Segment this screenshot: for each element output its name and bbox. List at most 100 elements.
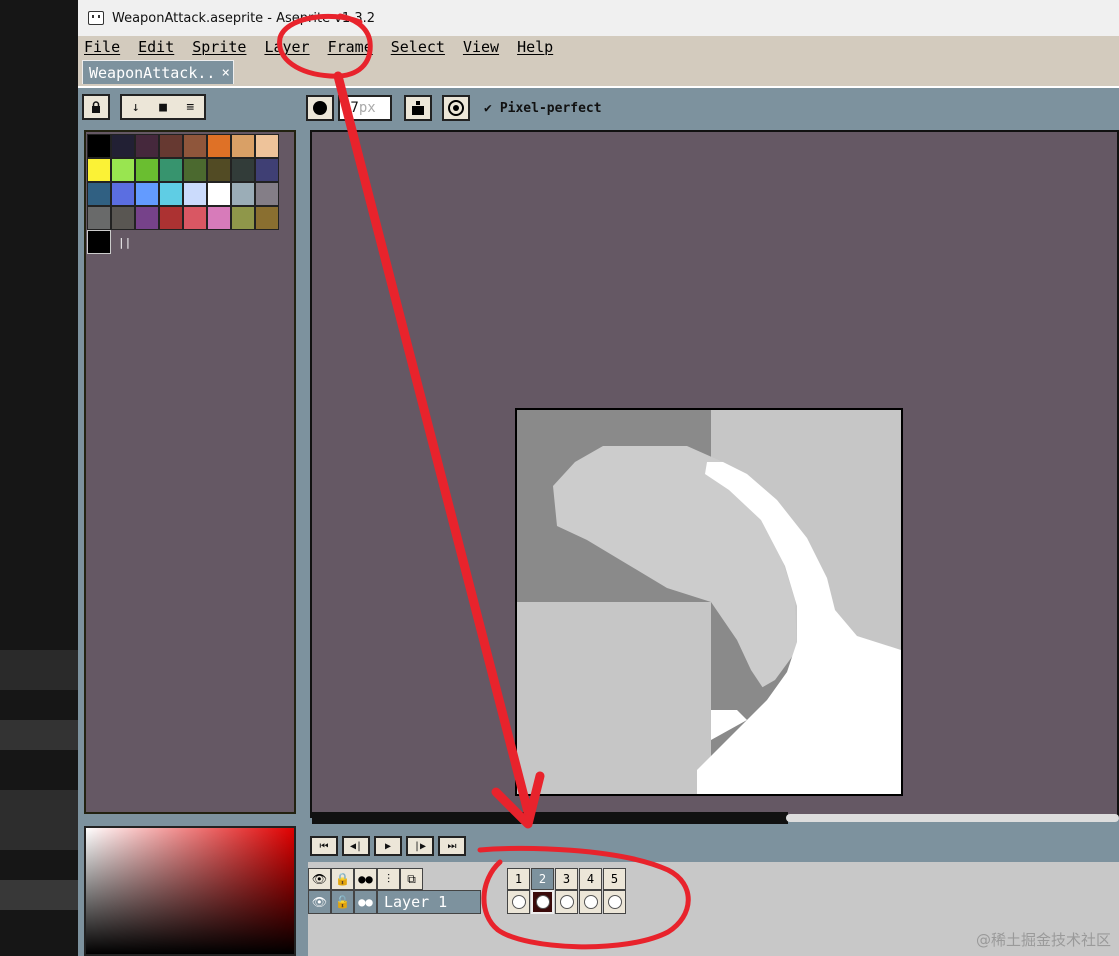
- brush-size-input[interactable]: 27 px: [338, 95, 392, 121]
- cel-frame-4[interactable]: [579, 890, 602, 914]
- palette-swatch[interactable]: [87, 206, 111, 230]
- palette-swatch[interactable]: [135, 182, 159, 206]
- brush-size-unit: px: [358, 100, 376, 116]
- palette-swatch[interactable]: [111, 158, 135, 182]
- cel-dot-icon: [607, 895, 622, 909]
- palette-swatch[interactable]: [255, 182, 279, 206]
- app-icon: [88, 11, 104, 25]
- cel-dot-icon: [583, 895, 598, 909]
- palette-swatch[interactable]: [111, 134, 135, 158]
- menu-file[interactable]: File: [84, 38, 120, 56]
- layer-header: 👁 🔒 ●● ⫶ ⧉: [308, 868, 423, 890]
- frame-header-4[interactable]: 4: [579, 868, 602, 890]
- brush-size-value: 27: [342, 100, 359, 116]
- palette-swatch[interactable]: [255, 134, 279, 158]
- layers-icon[interactable]: ⧉: [400, 868, 423, 890]
- palette-grid: [87, 134, 279, 230]
- close-icon[interactable]: ×: [221, 65, 229, 81]
- cel-frame-5[interactable]: [603, 890, 626, 914]
- first-frame-icon: ⏮: [319, 840, 329, 852]
- cel-frame-1[interactable]: [507, 890, 530, 914]
- palette-swatch[interactable]: [207, 206, 231, 230]
- arrow-down-icon[interactable]: ↓: [125, 100, 147, 115]
- stop-icon[interactable]: ■: [152, 100, 174, 115]
- layer-row[interactable]: 👁 🔓 ●● Layer 1: [308, 890, 481, 914]
- last-frame-button[interactable]: ⏭: [438, 836, 466, 856]
- palette-swatch[interactable]: [231, 134, 255, 158]
- menu-icon[interactable]: ≡: [179, 100, 201, 115]
- canvas-scrollbar[interactable]: [786, 814, 1119, 822]
- menu-edit[interactable]: Edit: [138, 38, 174, 56]
- palette-swatch[interactable]: [183, 182, 207, 206]
- palette-swatch[interactable]: [183, 158, 207, 182]
- checkmark-icon[interactable]: ✔: [484, 101, 492, 116]
- palette-swatch[interactable]: [255, 206, 279, 230]
- context-bar: 27 px ✔ Pixel-perfect: [306, 94, 602, 122]
- previous-frame-icon: ◀|: [349, 840, 363, 852]
- dynamics-icon: [448, 100, 464, 116]
- lock-icon: [92, 101, 100, 113]
- frame-header-3[interactable]: 3: [555, 868, 578, 890]
- palette-swatch[interactable]: [87, 182, 111, 206]
- frame-header-1[interactable]: 1: [507, 868, 530, 890]
- palette-swatch[interactable]: [135, 206, 159, 230]
- title-bar: WeaponAttack.aseprite - Aseprite v1.3.2: [78, 0, 1119, 36]
- palette-swatch[interactable]: [207, 158, 231, 182]
- onion-skin-icon[interactable]: ●●: [354, 868, 377, 890]
- tab-bar: WeaponAttack.. ×: [78, 58, 1119, 88]
- color-picker-gradient[interactable]: [84, 826, 296, 956]
- palette-swatch[interactable]: [183, 206, 207, 230]
- frame-header-5[interactable]: 5: [603, 868, 626, 890]
- palette-swatch[interactable]: [111, 206, 135, 230]
- palette-swatch[interactable]: [159, 158, 183, 182]
- next-frame-button[interactable]: |▶: [406, 836, 434, 856]
- palette-swatch[interactable]: [135, 134, 159, 158]
- palette-swatch[interactable]: [231, 206, 255, 230]
- palette-swatch[interactable]: [159, 182, 183, 206]
- cel-dot-icon: [559, 895, 574, 909]
- palette-swatch[interactable]: [207, 182, 231, 206]
- foreground-color-swatch[interactable]: [87, 230, 111, 254]
- first-frame-button[interactable]: ⏮: [310, 836, 338, 856]
- palette-swatch[interactable]: [87, 134, 111, 158]
- palette-swatch[interactable]: [183, 134, 207, 158]
- eye-icon[interactable]: 👁: [308, 868, 331, 890]
- lock-icon[interactable]: 🔒: [331, 868, 354, 890]
- lock-palette-button[interactable]: [82, 94, 110, 120]
- aseprite-window: WeaponAttack.aseprite - Aseprite v1.3.2 …: [78, 0, 1119, 956]
- layer-visible-icon[interactable]: 👁: [308, 890, 331, 914]
- palette-size-mark: ||: [118, 236, 132, 249]
- palette-swatch[interactable]: [159, 134, 183, 158]
- palette-swatch[interactable]: [111, 182, 135, 206]
- cel-frame-2[interactable]: [531, 890, 554, 914]
- palette-swatch[interactable]: [135, 158, 159, 182]
- dynamics-button[interactable]: [442, 95, 470, 121]
- palette-swatch[interactable]: [255, 158, 279, 182]
- palette-swatch[interactable]: [87, 158, 111, 182]
- brush-type-button[interactable]: [306, 95, 334, 121]
- tab-label: WeaponAttack..: [89, 63, 216, 82]
- cel-frame-3[interactable]: [555, 890, 578, 914]
- layer-continuous-icon[interactable]: ●●: [354, 890, 377, 914]
- palette-swatch[interactable]: [231, 158, 255, 182]
- menu-help[interactable]: Help: [517, 38, 553, 56]
- sprite-canvas[interactable]: [515, 408, 903, 796]
- menu-layer[interactable]: Layer: [264, 38, 309, 56]
- layer-name[interactable]: Layer 1: [377, 890, 481, 914]
- window-title: WeaponAttack.aseprite - Aseprite v1.3.2: [112, 10, 376, 26]
- tab-weaponattack[interactable]: WeaponAttack.. ×: [82, 60, 234, 84]
- ink-button[interactable]: [404, 95, 432, 121]
- pixel-perfect-label: Pixel-perfect: [499, 100, 602, 116]
- palette-swatch[interactable]: [159, 206, 183, 230]
- previous-frame-button[interactable]: ◀|: [342, 836, 370, 856]
- menu-view[interactable]: View: [463, 38, 499, 56]
- layer-lock-icon[interactable]: 🔓: [331, 890, 354, 914]
- palette-swatch[interactable]: [231, 182, 255, 206]
- menu-sprite[interactable]: Sprite: [192, 38, 246, 56]
- play-button[interactable]: ▶: [374, 836, 402, 856]
- menu-frame[interactable]: Frame: [328, 38, 373, 56]
- frame-header-2[interactable]: 2: [531, 868, 554, 890]
- palette-swatch[interactable]: [207, 134, 231, 158]
- menu-select[interactable]: Select: [391, 38, 445, 56]
- link-icon[interactable]: ⫶: [377, 868, 400, 890]
